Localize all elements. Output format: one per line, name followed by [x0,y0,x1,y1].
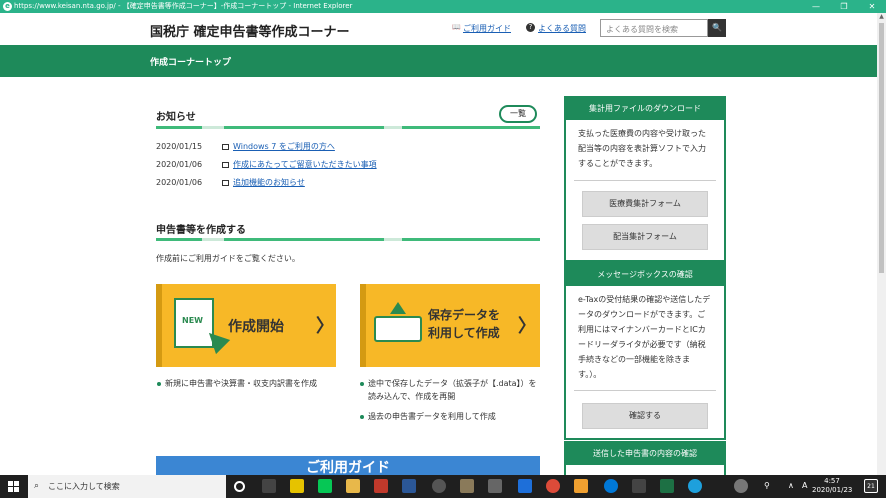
news-date: 2020/01/06 [156,160,203,169]
medical-form-button[interactable]: 医療費集計フォーム [582,191,708,217]
guide-link[interactable]: ご利用ガイド [463,23,511,34]
clock[interactable]: 4:57 2020/01/23 [812,477,852,495]
create-heading: 申告書等を作成する [156,225,246,236]
settings-gear-icon[interactable] [432,479,446,493]
create-intro: 作成前にご利用ガイドをご覧ください。 [156,254,300,263]
create-from-saved-card[interactable]: 保存データを 利用して作成 〉 [360,284,540,367]
windows-start-icon[interactable] [8,481,19,492]
news-link[interactable]: 作成にあたってご留意いただきたい事項 [233,160,377,169]
chevron-right-icon: 〉 [316,316,334,337]
news-item: 2020/01/06 作成にあたってご留意いただきたい事項 [156,159,377,170]
clock-date: 2020/01/23 [812,486,853,494]
scroll-thumb[interactable] [879,23,884,273]
people-icon[interactable]: ⚲ [764,481,770,490]
divider [574,390,716,391]
excel-icon[interactable] [660,479,674,493]
search-button[interactable]: 🔍 [708,19,726,37]
chevron-right-icon: 〉 [518,316,536,337]
create-new-label: 作成開始 [228,319,284,335]
lang-indicator[interactable]: A [802,481,807,490]
search-icon: ⌕ [34,481,40,491]
clock-time: 4:57 [824,477,840,485]
user-avatar-icon[interactable] [734,479,748,493]
word-icon[interactable] [402,479,416,493]
page-title: 作成コーナートップ [150,58,232,68]
taskbar: ⌕ ここに入力して検索 ⚲ ∧ A 4:57 2020/01/23 21 [0,475,886,498]
faq-link[interactable]: よくある質問 [538,23,586,34]
line-icon[interactable] [318,479,332,493]
site-logo[interactable]: 国税庁 確定申告書等作成コーナー [150,21,350,40]
create-saved-line2: 利用して作成 [428,326,500,340]
news-link[interactable]: 追加機能のお知らせ [233,178,305,187]
close-button[interactable]: ✕ [858,0,886,13]
sent-panel: 送信した申告書の内容の確認 [564,441,726,475]
new-badge: NEW [182,316,203,325]
search-icon: 🔍 [712,23,722,32]
page-icon [222,161,229,168]
book-icon: 📖 [452,23,461,31]
guide-banner-label: ご利用ガイド [306,460,390,476]
news-item: 2020/01/06 追加機能のお知らせ [156,177,305,188]
sent-title: 送信した申告書の内容の確認 [566,443,724,465]
app-icon[interactable] [488,479,502,493]
messagebox-confirm-button[interactable]: 確認する [582,403,708,429]
scroll-up-icon[interactable]: ▲ [877,13,886,20]
ie-icon: e [3,2,12,11]
taskbar-search-input[interactable]: ⌕ ここに入力して検索 [28,475,226,498]
create-saved-line1: 保存データを [428,308,501,322]
photos-icon[interactable] [632,479,646,493]
app-icon[interactable] [574,479,588,493]
dividend-form-button[interactable]: 配当集計フォーム [582,224,708,250]
messagebox-text: e-Taxの受付結果の確認や送信したデータのダウンロードができます。ご利用にはマ… [578,295,711,379]
app-icon[interactable] [518,479,532,493]
download-title: 集計用ファイルのダウンロード [566,98,724,120]
task-view-icon[interactable] [262,479,276,493]
download-text: 支払った医療費の内容や受け取った配当等の内容を表計算ソフトで入力することができま… [578,129,706,168]
page-icon [222,143,229,150]
cortana-icon[interactable] [234,481,245,492]
chrome-icon[interactable] [546,479,560,493]
notification-icon[interactable]: 21 [864,479,878,493]
news-list-button[interactable]: 一覧 [499,105,537,123]
upload-arrow-icon [390,302,406,314]
site-header: 国税庁 確定申告書等作成コーナー 📖 ご利用ガイド ? よくある質問 よくある質… [0,13,877,45]
page-title-bar: 作成コーナートップ [0,45,877,77]
page-icon [222,179,229,186]
window-title: https://www.keisan.nta.go.jp/ - 【確定申告書等作… [14,2,353,10]
news-heading: お知らせ [156,112,196,123]
mail-icon[interactable] [374,479,388,493]
news-link[interactable]: Windows 7 をご利用の方へ [233,142,335,151]
window-titlebar: e https://www.keisan.nta.go.jp/ - 【確定申告書… [0,0,886,13]
guide-banner[interactable]: ご利用ガイド [156,456,540,476]
news-rule [156,126,540,129]
create-new-card[interactable]: NEW 作成開始 〉 [156,284,336,367]
create-rule [156,238,540,241]
scrollbar[interactable]: ▲ [877,13,886,475]
faq-icon: ? [526,23,535,32]
news-item: 2020/01/15 Windows 7 をご利用の方へ [156,141,335,152]
news-date: 2020/01/15 [156,142,203,151]
minimize-button[interactable]: — [802,0,830,13]
maximize-button[interactable]: ❐ [830,0,858,13]
sticky-notes-icon[interactable] [290,479,304,493]
edge-icon[interactable] [604,479,618,493]
chevron-up-icon[interactable]: ∧ [788,481,794,490]
divider [574,180,716,181]
folder-icon [374,316,422,342]
search-input[interactable]: よくある質問を検索 [600,19,708,37]
file-explorer-icon[interactable] [346,479,360,493]
ie-taskbar-icon[interactable] [688,479,702,493]
messagebox-title: メッセージボックスの確認 [566,264,724,286]
bullet-saved-2: 過去の申告書データを利用して作成 [360,410,548,423]
news-date: 2020/01/06 [156,178,203,187]
taskbar-search-placeholder: ここに入力して検索 [48,482,120,491]
bullet-new-1: 新規に申告書や決算書・収支内訳書を作成 [157,377,345,390]
app-icon[interactable] [460,479,474,493]
bullet-saved-1: 途中で保存したデータ（拡張子が【.data】）を読み込んで、作成を再開 [360,377,540,403]
